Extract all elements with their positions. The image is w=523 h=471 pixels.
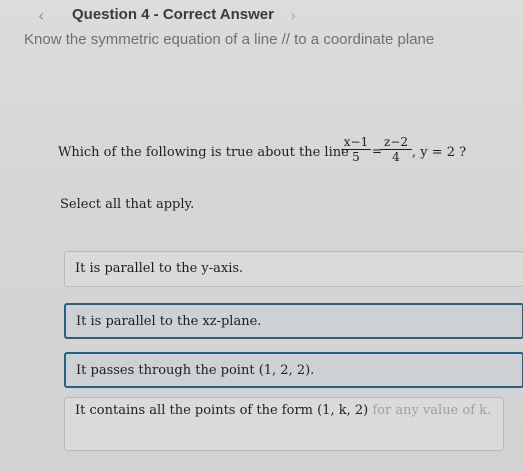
fraction-z-denominator: 4 (392, 150, 400, 164)
chevron-right-icon[interactable]: › (290, 6, 296, 25)
question-prompt: Which of the following is true about the… (58, 136, 498, 174)
question-text: Which of the following is true about the… (58, 145, 349, 160)
fraction-x-numerator: x−1 (341, 136, 371, 150)
question-suffix: , y = 2 ? (412, 145, 467, 160)
answer-option-3[interactable]: It passes through the point (1, 2, 2). (64, 352, 523, 388)
answer-option-label: It is parallel to the y-axis. (75, 261, 244, 276)
fraction-z: z−2 4 (380, 136, 412, 164)
answer-option-text: It contains all the points of the form (… (75, 403, 369, 418)
answer-option-1[interactable]: It is parallel to the y-axis. (64, 251, 523, 287)
answer-option-label: It contains all the points of the form (… (75, 403, 491, 418)
answer-option-hint: for any value of k. (368, 403, 492, 418)
answer-option-label: It passes through the point (1, 2, 2). (76, 363, 315, 378)
question-title: Question 4 - Correct Answer (72, 6, 274, 23)
chevron-left-icon[interactable]: ‹ (38, 6, 44, 25)
answer-option-4[interactable]: It contains all the points of the form (… (64, 397, 504, 451)
instruction-text: Select all that apply. (60, 197, 195, 212)
fraction-x-denominator: 5 (352, 150, 360, 164)
answer-option-label: It is parallel to the xz-plane. (76, 314, 262, 329)
fraction-x: x−1 5 (341, 136, 371, 164)
question-header: ‹ Question 4 - Correct Answer › Know the… (0, 0, 523, 60)
fraction-z-numerator: z−2 (380, 136, 412, 150)
topic-subtitle: Know the symmetric equation of a line //… (24, 31, 435, 48)
answer-option-2[interactable]: It is parallel to the xz-plane. (64, 303, 523, 339)
